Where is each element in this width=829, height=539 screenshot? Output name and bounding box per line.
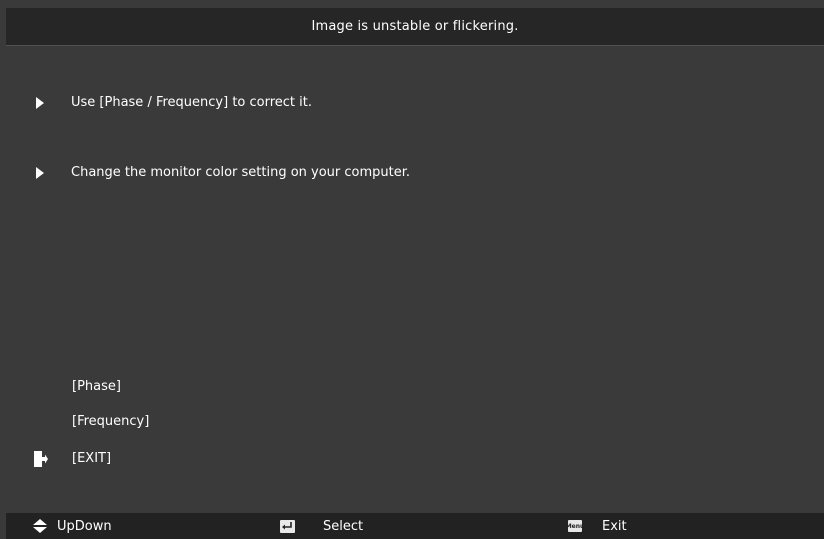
up-down-arrows-icon	[33, 519, 47, 533]
triangle-right-icon	[36, 166, 44, 179]
hint-select: Select	[280, 513, 363, 539]
tip-item: Change the monitor color setting on your…	[36, 165, 410, 180]
menu-item-phase[interactable]: [Phase]	[70, 377, 123, 396]
menu-item-frequency[interactable]: [Frequency]	[70, 412, 151, 431]
menu-item-exit[interactable]: [EXIT]	[70, 449, 113, 468]
hint-updown: UpDown	[33, 513, 112, 539]
tip-text: Use [Phase / Frequency] to correct it.	[71, 95, 312, 110]
osd-title-bar: Image is unstable or flickering.	[6, 8, 824, 45]
tip-item: Use [Phase / Frequency] to correct it.	[36, 95, 312, 110]
hint-updown-label: UpDown	[57, 518, 112, 534]
tip-text: Change the monitor color setting on your…	[71, 165, 411, 180]
menu-key-icon: Menu	[566, 520, 584, 532]
exit-door-icon	[34, 451, 48, 467]
osd-window: Image is unstable or flickering. Use [Ph…	[0, 0, 829, 539]
enter-key-icon	[280, 519, 295, 533]
hint-exit: Menu Exit	[566, 513, 627, 539]
triangle-right-icon	[36, 96, 44, 109]
hint-exit-label: Exit	[602, 518, 627, 534]
page-title: Image is unstable or flickering.	[311, 19, 519, 34]
hint-select-label: Select	[323, 518, 364, 534]
osd-content: Use [Phase / Frequency] to correct it. C…	[6, 46, 824, 513]
osd-footer: UpDown Select Menu Exit	[6, 513, 824, 539]
